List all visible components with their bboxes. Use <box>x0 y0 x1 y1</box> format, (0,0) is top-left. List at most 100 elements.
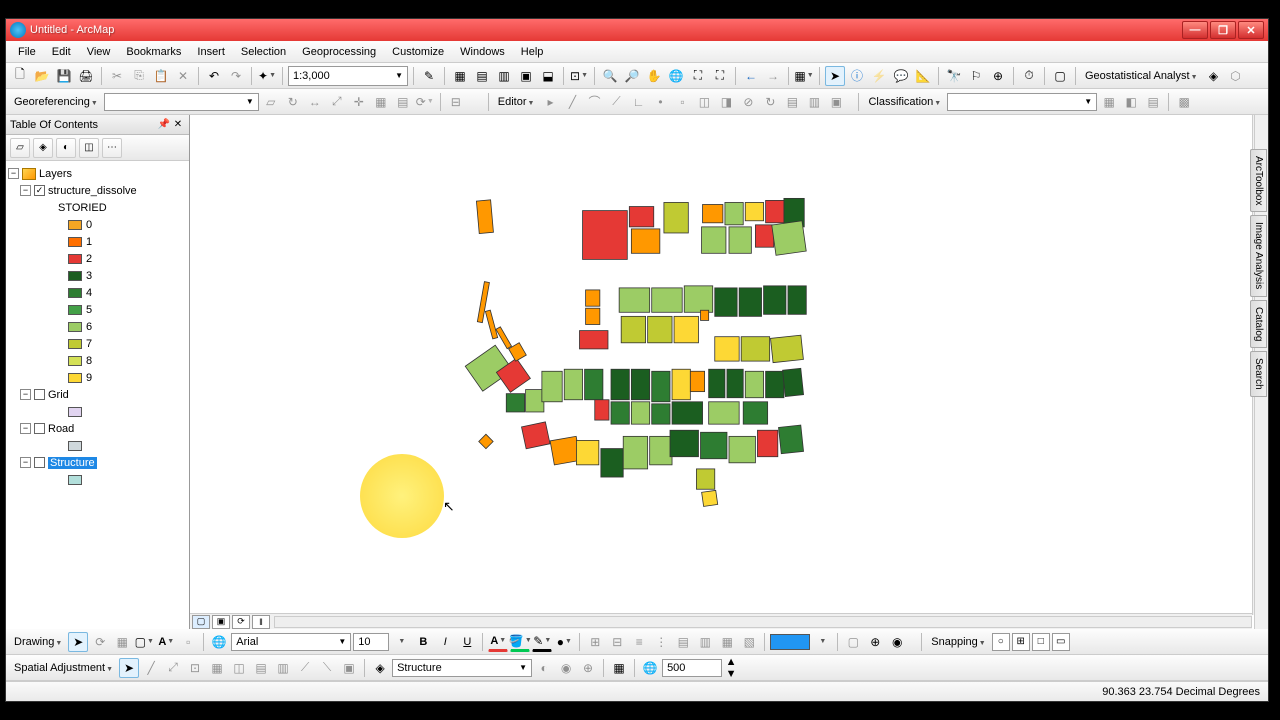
minimize-button[interactable]: — <box>1182 21 1208 39</box>
find-icon[interactable]: 🔭 <box>944 66 964 86</box>
toc-header[interactable]: Table Of Contents 📌 ✕ <box>6 115 189 135</box>
time-slider-icon[interactable]: ⏱ <box>1019 66 1039 86</box>
font-name-input[interactable]: Arial▼ <box>231 633 351 651</box>
sa-layer-combo[interactable]: Structure▼ <box>392 659 532 677</box>
spatial-adjustment-menu[interactable]: Spatial Adjustment▼ <box>10 662 117 674</box>
collapse-icon[interactable]: − <box>20 457 31 468</box>
undo-icon[interactable]: ↶ <box>204 66 224 86</box>
field-storied[interactable]: STORIED <box>8 199 187 216</box>
effects3-icon[interactable]: ◉ <box>887 632 907 652</box>
layer-structure[interactable]: − Structure <box>8 454 187 471</box>
layer-checkbox[interactable] <box>34 389 45 400</box>
distance-stepper[interactable]: ▲▼ <box>724 658 738 678</box>
color-dropdown[interactable]: ▼ <box>812 632 832 652</box>
toc-close-icon[interactable]: ✕ <box>171 118 185 132</box>
snap-edge-icon[interactable]: ▭ <box>1052 633 1070 651</box>
layer-style-icon[interactable]: ◈ <box>370 658 390 678</box>
paste-icon[interactable]: 📋 <box>151 66 171 86</box>
map-view[interactable]: ↖ ▢ ▣ ⟳ ‖ <box>190 115 1268 629</box>
toc-options-icon[interactable]: ⋯ <box>102 138 122 158</box>
line-color-icon[interactable]: ✎▼ <box>532 632 552 652</box>
list-by-drawing-icon[interactable]: ▱ <box>10 138 30 158</box>
legend-row[interactable]: 2 <box>8 250 187 267</box>
catalog-icon[interactable]: ▤ <box>472 66 492 86</box>
road-swatch-row[interactable] <box>8 437 187 454</box>
model-builder-icon[interactable]: ⬓ <box>538 66 558 86</box>
menu-help[interactable]: Help <box>513 43 552 61</box>
legend-row[interactable]: 3 <box>8 267 187 284</box>
layer-structure-dissolve[interactable]: − structure_dissolve <box>8 182 187 199</box>
legend-row[interactable]: 0 <box>8 216 187 233</box>
legend-row[interactable]: 5 <box>8 301 187 318</box>
back-icon[interactable]: ← <box>741 66 761 86</box>
side-tab-catalog[interactable]: Catalog <box>1250 300 1267 348</box>
list-by-source-icon[interactable]: ◈ <box>33 138 53 158</box>
distance-input[interactable]: 500 <box>662 659 722 677</box>
pin-icon[interactable]: 📌 <box>157 118 171 132</box>
collapse-icon[interactable]: − <box>20 185 31 196</box>
html-popup-icon[interactable]: 💬 <box>891 66 911 86</box>
zoom-out-icon[interactable]: 🔎 <box>622 66 642 86</box>
pan-icon[interactable]: ✋ <box>644 66 664 86</box>
search-window-icon[interactable]: ▥ <box>494 66 514 86</box>
draw-shape-icon[interactable]: ▢▼ <box>134 632 154 652</box>
map-canvas[interactable] <box>190 115 1268 623</box>
list-by-visibility-icon[interactable]: ◐ <box>56 138 76 158</box>
georef-layer-combo[interactable]: ▼ <box>104 93 259 111</box>
layer-checkbox[interactable] <box>34 185 45 196</box>
fixed-zoom-out-icon[interactable]: ⛶ <box>710 66 730 86</box>
classification-layer-combo[interactable]: ▼ <box>947 93 1097 111</box>
print-icon[interactable]: 🖨 <box>76 66 96 86</box>
editor-menu[interactable]: Editor▼ <box>494 96 539 108</box>
side-tab-search[interactable]: Search <box>1250 351 1267 397</box>
font-color-icon[interactable]: A▼ <box>488 632 508 652</box>
layer-grid[interactable]: − Grid <box>8 386 187 403</box>
bold-icon[interactable]: B <box>413 632 433 652</box>
collapse-icon[interactable]: − <box>8 168 19 179</box>
open-icon[interactable]: 📂 <box>32 66 52 86</box>
layout-view-tab[interactable]: ▣ <box>212 615 230 629</box>
identify-icon[interactable]: ⓘ <box>847 66 867 86</box>
color-swatch[interactable] <box>770 634 810 650</box>
snap-end-icon[interactable]: ⊞ <box>1012 633 1030 651</box>
side-tab-image-analysis[interactable]: Image Analysis <box>1250 215 1267 296</box>
font-size-input[interactable]: 10 <box>353 633 389 651</box>
editor-toolbar-icon[interactable]: ✎ <box>419 66 439 86</box>
new-icon[interactable]: 🗋 <box>10 66 30 86</box>
title-bar[interactable]: Untitled - ArcMap — ❐ ✕ <box>6 19 1268 41</box>
measure2-icon[interactable]: 📐 <box>913 66 933 86</box>
menu-customize[interactable]: Customize <box>384 43 452 61</box>
grid-swatch-row[interactable] <box>8 403 187 420</box>
geostat-label[interactable]: Geostatistical Analyst▼ <box>1081 70 1202 82</box>
go-to-xy-icon[interactable]: ⊕ <box>988 66 1008 86</box>
data-view-tab[interactable]: ▢ <box>192 615 210 629</box>
legend-row[interactable]: 7 <box>8 335 187 352</box>
font-globe-icon[interactable]: 🌐 <box>209 632 229 652</box>
menu-selection[interactable]: Selection <box>233 43 294 61</box>
draw-text-icon[interactable]: A▼ <box>156 632 176 652</box>
menu-windows[interactable]: Windows <box>452 43 513 61</box>
sa-buffer-icon[interactable]: ▦ <box>609 658 629 678</box>
effects2-icon[interactable]: ⊕ <box>865 632 885 652</box>
scale-input[interactable]: 1:3,000▼ <box>288 66 408 86</box>
font-size-dropdown[interactable]: ▼ <box>391 632 411 652</box>
snapping-menu[interactable]: Snapping▼ <box>927 636 989 648</box>
menu-geoprocessing[interactable]: Geoprocessing <box>294 43 384 61</box>
layers-node[interactable]: − Layers <box>8 165 187 182</box>
marker-color-icon[interactable]: ●▼ <box>554 632 574 652</box>
layer-road[interactable]: − Road <box>8 420 187 437</box>
save-icon[interactable]: 💾 <box>54 66 74 86</box>
italic-icon[interactable]: I <box>435 632 455 652</box>
legend-row[interactable]: 4 <box>8 284 187 301</box>
snap-point-icon[interactable]: ○ <box>992 633 1010 651</box>
geostat-wizard-icon[interactable]: ◈ <box>1204 66 1224 86</box>
layer-checkbox[interactable] <box>34 423 45 434</box>
fixed-zoom-in-icon[interactable]: ⛶ <box>688 66 708 86</box>
menu-insert[interactable]: Insert <box>189 43 233 61</box>
structure-swatch-row[interactable] <box>8 471 187 488</box>
legend-row[interactable]: 8 <box>8 352 187 369</box>
legend-row[interactable]: 6 <box>8 318 187 335</box>
classification-menu[interactable]: Classification▼ <box>864 96 945 108</box>
measure-icon[interactable]: ⊡▼ <box>569 66 589 86</box>
python-window-icon[interactable]: ▣ <box>516 66 536 86</box>
